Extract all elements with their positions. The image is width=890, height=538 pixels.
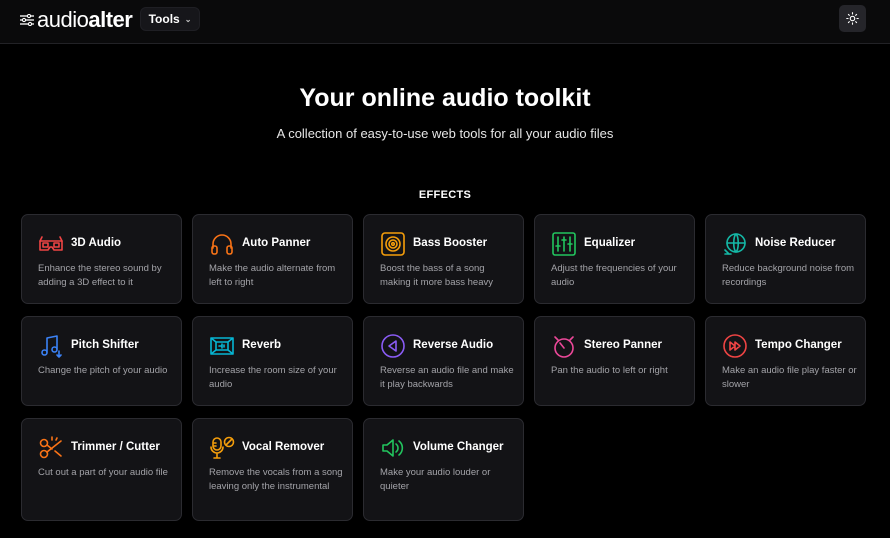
tool-card-pitch-shifter[interactable]: Pitch Shifter Change the pitch of your au… — [21, 316, 182, 406]
tool-card-3d-audio[interactable]: 3D Audio Enhance the stereo sound by addi… — [21, 214, 182, 304]
tool-title: Reverse Audio — [413, 339, 494, 351]
tool-card-noise-reducer[interactable]: Noise Reducer Reduce background noise fro… — [705, 214, 866, 304]
tools-dropdown-button[interactable]: Tools ⌄ — [140, 7, 200, 31]
logo[interactable]: audio alter — [20, 7, 133, 32]
tool-card-reverb[interactable]: Reverb Increase the room size of your aud… — [192, 316, 353, 406]
reverse-play-icon — [380, 333, 406, 359]
tool-description: Pan the audio to left or right — [551, 365, 668, 376]
speaker-icon — [380, 231, 406, 257]
chevron-down-icon: ⌄ — [184, 14, 192, 24]
sun-icon — [846, 12, 859, 25]
tool-title: 3D Audio — [71, 237, 122, 249]
tool-description: Reverse an audio file and make it play b… — [380, 365, 514, 390]
headphones-icon — [209, 231, 235, 257]
tool-description: Remove the vocals from a song leaving on… — [209, 467, 343, 492]
tool-description: Reduce background noise from recordings — [722, 263, 855, 288]
volume-icon — [380, 435, 406, 461]
tool-description: Cut out a part of your audio file — [38, 467, 168, 478]
tool-card-equalizer[interactable]: Equalizer Adjust the frequencies of your … — [534, 214, 695, 304]
tool-title: Tempo Changer — [755, 339, 842, 351]
music-notes-icon — [38, 333, 64, 359]
tool-description: Change the pitch of your audio — [38, 365, 168, 376]
tool-title: Auto Panner — [242, 237, 311, 249]
page-title: Your online audio toolkit — [299, 84, 591, 112]
logo-text-audio: audio — [37, 7, 89, 32]
top-header: audio alter Tools ⌄ — [0, 0, 890, 44]
tool-description: Make the audio alternate from left to ri… — [209, 263, 336, 288]
tool-title: Reverb — [242, 339, 281, 351]
tool-title: Pitch Shifter — [71, 339, 139, 351]
tool-title: Volume Changer — [413, 441, 504, 453]
tool-description: Adjust the frequencies of your audio — [551, 263, 677, 288]
tool-description: Make your audio louder or quieter — [380, 467, 491, 492]
tools-label: Tools — [148, 12, 180, 26]
3d-glasses-icon — [38, 231, 64, 257]
globe-icon — [722, 231, 748, 257]
fast-forward-icon — [722, 333, 748, 359]
tool-card-volume-changer[interactable]: Volume Changer Make your audio louder or … — [363, 418, 524, 521]
pan-dial-icon — [551, 333, 577, 359]
tool-card-trimmer-cutter[interactable]: Trimmer / Cutter Cut out a part of your a… — [21, 418, 182, 521]
tool-title: Trimmer / Cutter — [71, 441, 160, 453]
mic-off-icon — [209, 435, 235, 461]
tool-card-tempo-changer[interactable]: Tempo Changer Make an audio file play fas… — [705, 316, 866, 406]
tool-title: Bass Booster — [413, 237, 488, 249]
tool-card-auto-panner[interactable]: Auto Panner Make the audio alternate from… — [192, 214, 353, 304]
scissors-icon — [38, 435, 64, 461]
tool-title: Vocal Remover — [242, 441, 325, 453]
tool-description: Enhance the stereo sound by adding a 3D … — [38, 263, 162, 288]
tool-title: Equalizer — [584, 237, 636, 249]
tool-description: Increase the room size of your audio — [209, 365, 337, 390]
tool-description: Make an audio file play faster or slower — [722, 365, 857, 390]
tool-card-reverse-audio[interactable]: Reverse Audio Reverse an audio file and m… — [363, 316, 524, 406]
tool-title: Noise Reducer — [755, 237, 836, 249]
reverb-room-icon — [209, 333, 235, 359]
tool-card-stereo-panner[interactable]: Stereo Panner Pan the audio to left or ri… — [534, 316, 695, 406]
tool-description: Boost the bass of a song making it more … — [380, 263, 493, 288]
page-subtitle: A collection of easy-to-use web tools fo… — [276, 126, 614, 141]
sliders-logo-icon — [20, 14, 34, 26]
tool-card-vocal-remover[interactable]: Vocal Remover Remove the vocals from a so… — [192, 418, 353, 521]
section-title-effects: EFFECTS — [418, 189, 472, 201]
logo-text-alter: alter — [88, 7, 133, 32]
theme-toggle-button[interactable] — [839, 5, 866, 32]
tool-title: Stereo Panner — [584, 339, 662, 351]
equalizer-icon — [551, 231, 577, 257]
tool-card-bass-booster[interactable]: Bass Booster Boost the bass of a song mak… — [363, 214, 524, 304]
